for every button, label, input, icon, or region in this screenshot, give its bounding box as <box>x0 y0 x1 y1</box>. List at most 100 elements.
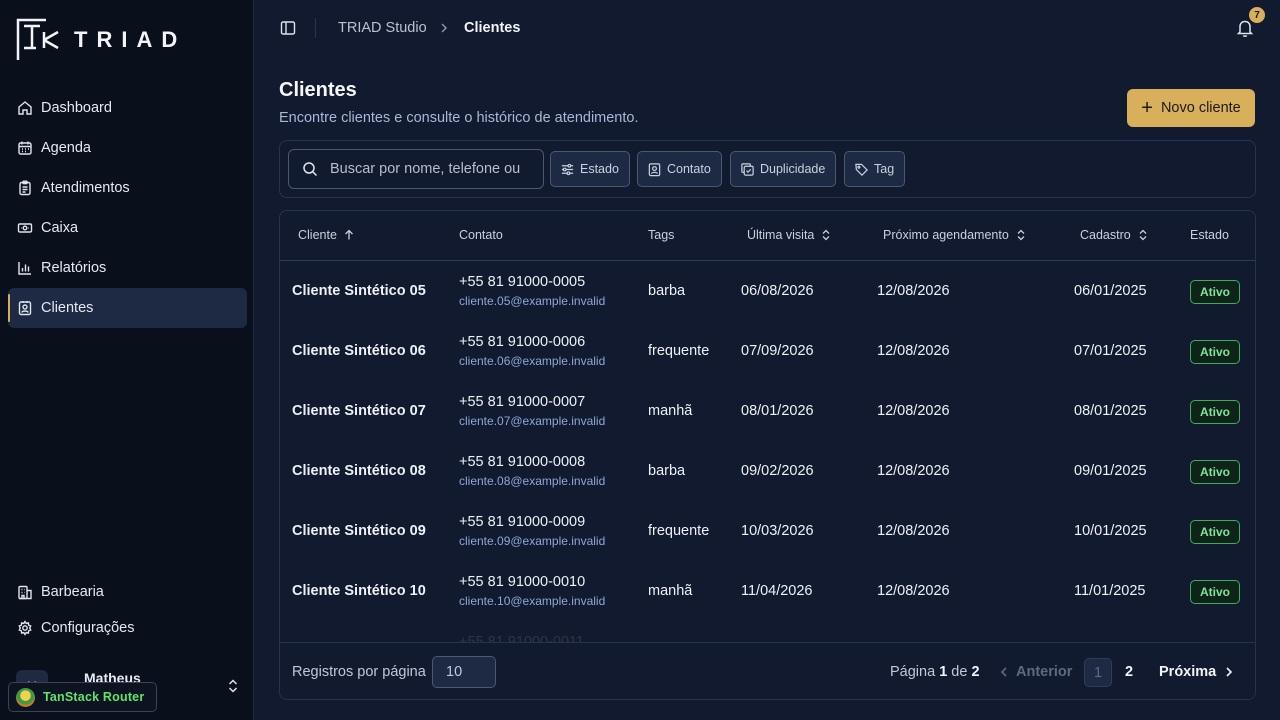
client-name[interactable]: Cliente Sintético 08 <box>292 463 426 479</box>
client-name[interactable]: Cliente Sintético 09 <box>292 523 426 539</box>
sort-icon <box>822 229 830 241</box>
client-last-visit: 07/09/2026 <box>741 343 814 359</box>
client-email: cliente.09@example.invalid <box>459 534 606 548</box>
contact-icon <box>648 162 661 176</box>
client-last-visit: 11/04/2026 <box>741 583 813 599</box>
client-created: 09/01/2025 <box>1074 463 1147 479</box>
client-email: cliente.07@example.invalid <box>459 414 606 428</box>
sort-icon <box>1017 229 1025 241</box>
per-page-select[interactable]: 10 <box>432 656 496 688</box>
home-icon <box>18 101 32 115</box>
divider <box>315 18 316 38</box>
filter-chip-estado[interactable]: Estado <box>550 151 630 187</box>
previous-page-button[interactable]: Anterior <box>999 664 1072 680</box>
sidebar-item-caixa[interactable]: Caixa <box>8 208 247 248</box>
notification-count-badge: 7 <box>1249 7 1265 23</box>
client-email: cliente.10@example.invalid <box>459 594 606 608</box>
brand-logo[interactable]: TRIAD <box>16 18 186 62</box>
filter-chip-label: Contato <box>667 162 711 176</box>
topbar: TRIAD Studio Clientes 7 <box>255 0 1280 56</box>
table-row[interactable]: Cliente Sintético 09 +55 81 91000-0009 c… <box>280 502 1255 562</box>
main-content: TRIAD Studio Clientes 7 Clientes Encontr… <box>255 0 1280 720</box>
main-nav: Dashboard Agenda Atendimentos Caixa Rela… <box>8 88 247 328</box>
sidebar-toggle-icon[interactable] <box>280 20 296 36</box>
client-tag: frequente <box>648 343 710 359</box>
new-client-button[interactable]: + Novo cliente <box>1127 89 1255 127</box>
sidebar-item-relatorios[interactable]: Relatórios <box>8 248 247 288</box>
sidebar-item-label: Dashboard <box>41 100 112 116</box>
chevron-left-icon <box>1000 667 1007 677</box>
next-page-button[interactable]: Próxima <box>1159 664 1234 680</box>
client-tag: barba <box>648 283 686 299</box>
sidebar-item-label: Clientes <box>41 300 94 316</box>
contact-icon <box>18 301 32 316</box>
plus-icon: + <box>1141 97 1153 119</box>
client-next-appointment: 12/08/2026 <box>877 523 950 539</box>
column-header-proximo-agendamento[interactable]: Próximo agendamento <box>883 228 1027 242</box>
breadcrumb-studio[interactable]: TRIAD Studio <box>338 20 427 36</box>
page-button-1[interactable]: 1 <box>1084 658 1112 687</box>
bar-chart-icon <box>18 262 31 275</box>
page-subtitle: Encontre clientes e consulte o histórico… <box>279 110 639 126</box>
sidebar-item-label: Caixa <box>41 220 79 236</box>
client-name[interactable]: Cliente Sintético 06 <box>292 343 426 359</box>
sidebar-item-barbearia[interactable]: Barbearia <box>8 574 247 610</box>
cash-icon <box>17 223 33 233</box>
table-body: Cliente Sintético 05 +55 81 91000-0005 c… <box>280 262 1255 642</box>
client-created: 07/01/2025 <box>1074 343 1147 359</box>
sidebar-item-label: Configurações <box>41 620 135 636</box>
sidebar-item-atendimentos[interactable]: Atendimentos <box>8 168 247 208</box>
client-created: 08/01/2025 <box>1074 403 1147 419</box>
tanstack-devtools-button[interactable]: TanStack Router <box>8 682 157 712</box>
client-phone: +55 81 91000-0011 <box>459 634 585 642</box>
client-last-visit: 09/02/2026 <box>741 463 814 479</box>
chevron-up-down-icon <box>228 679 238 693</box>
table-row[interactable]: Cliente Sintético 06 +55 81 91000-0006 c… <box>280 322 1255 382</box>
sidebar-item-dashboard[interactable]: Dashboard <box>8 88 247 128</box>
triad-logo-icon <box>16 18 59 60</box>
column-header-contato: Contato <box>459 228 503 242</box>
page-button-2[interactable]: 2 <box>1125 664 1133 680</box>
page-title: Clientes <box>279 79 357 101</box>
search-input[interactable] <box>330 161 530 177</box>
table-row[interactable]: Cliente Sintético 05 +55 81 91000-0005 c… <box>280 262 1255 322</box>
client-created: 06/01/2025 <box>1074 283 1147 299</box>
per-page-label: Registros por página <box>292 664 426 680</box>
sidebar-item-label: Relatórios <box>41 260 107 276</box>
client-tag: manhã <box>648 583 693 599</box>
building-icon <box>18 585 32 600</box>
client-next-appointment: 12/08/2026 <box>877 403 950 419</box>
client-phone: +55 81 91000-0010 <box>459 574 586 590</box>
sidebar-item-configuracoes[interactable]: Configurações <box>8 610 247 646</box>
client-email: cliente.05@example.invalid <box>459 294 606 308</box>
status-badge: Ativo <box>1190 280 1240 304</box>
calendar-icon <box>18 141 32 155</box>
filter-chip-tag[interactable]: Tag <box>844 151 906 187</box>
table-row[interactable]: Cliente Sintético 08 +55 81 91000-0008 c… <box>280 442 1255 502</box>
client-name[interactable]: Cliente Sintético 05 <box>292 283 426 299</box>
column-header-ultima-visita[interactable]: Última visita <box>747 228 832 242</box>
client-last-visit: 10/03/2026 <box>741 523 814 539</box>
chevron-right-icon <box>441 23 448 33</box>
client-name[interactable]: Cliente Sintético 10 <box>292 583 426 599</box>
tanstack-logo-icon <box>16 687 35 707</box>
client-tag: frequente <box>648 523 710 539</box>
column-header-cliente[interactable]: Cliente <box>298 228 355 242</box>
sidebar: TRIAD Dashboard Agenda Atendimentos Caix… <box>0 0 254 720</box>
filter-chip-contato[interactable]: Contato <box>637 151 722 187</box>
search-box[interactable] <box>288 149 544 189</box>
copy-check-icon <box>741 162 754 176</box>
client-name[interactable]: Cliente Sintético 07 <box>292 403 426 419</box>
client-phone: +55 81 91000-0008 <box>459 454 586 470</box>
client-next-appointment: 12/08/2026 <box>877 343 950 359</box>
table-row[interactable]: Cliente Sintético 07 +55 81 91000-0007 c… <box>280 382 1255 442</box>
table-row[interactable]: Cliente Sintético 10 +55 81 91000-0010 c… <box>280 562 1255 622</box>
sidebar-item-agenda[interactable]: Agenda <box>8 128 247 168</box>
column-header-cadastro[interactable]: Cadastro <box>1080 228 1149 242</box>
client-created: 10/01/2025 <box>1074 523 1147 539</box>
filter-chip-label: Tag <box>874 162 895 176</box>
sidebar-item-clientes[interactable]: Clientes <box>8 288 247 328</box>
sliders-icon <box>561 163 574 175</box>
filter-chip-duplicidade[interactable]: Duplicidade <box>730 151 837 187</box>
sidebar-item-label: Atendimentos <box>41 180 130 196</box>
